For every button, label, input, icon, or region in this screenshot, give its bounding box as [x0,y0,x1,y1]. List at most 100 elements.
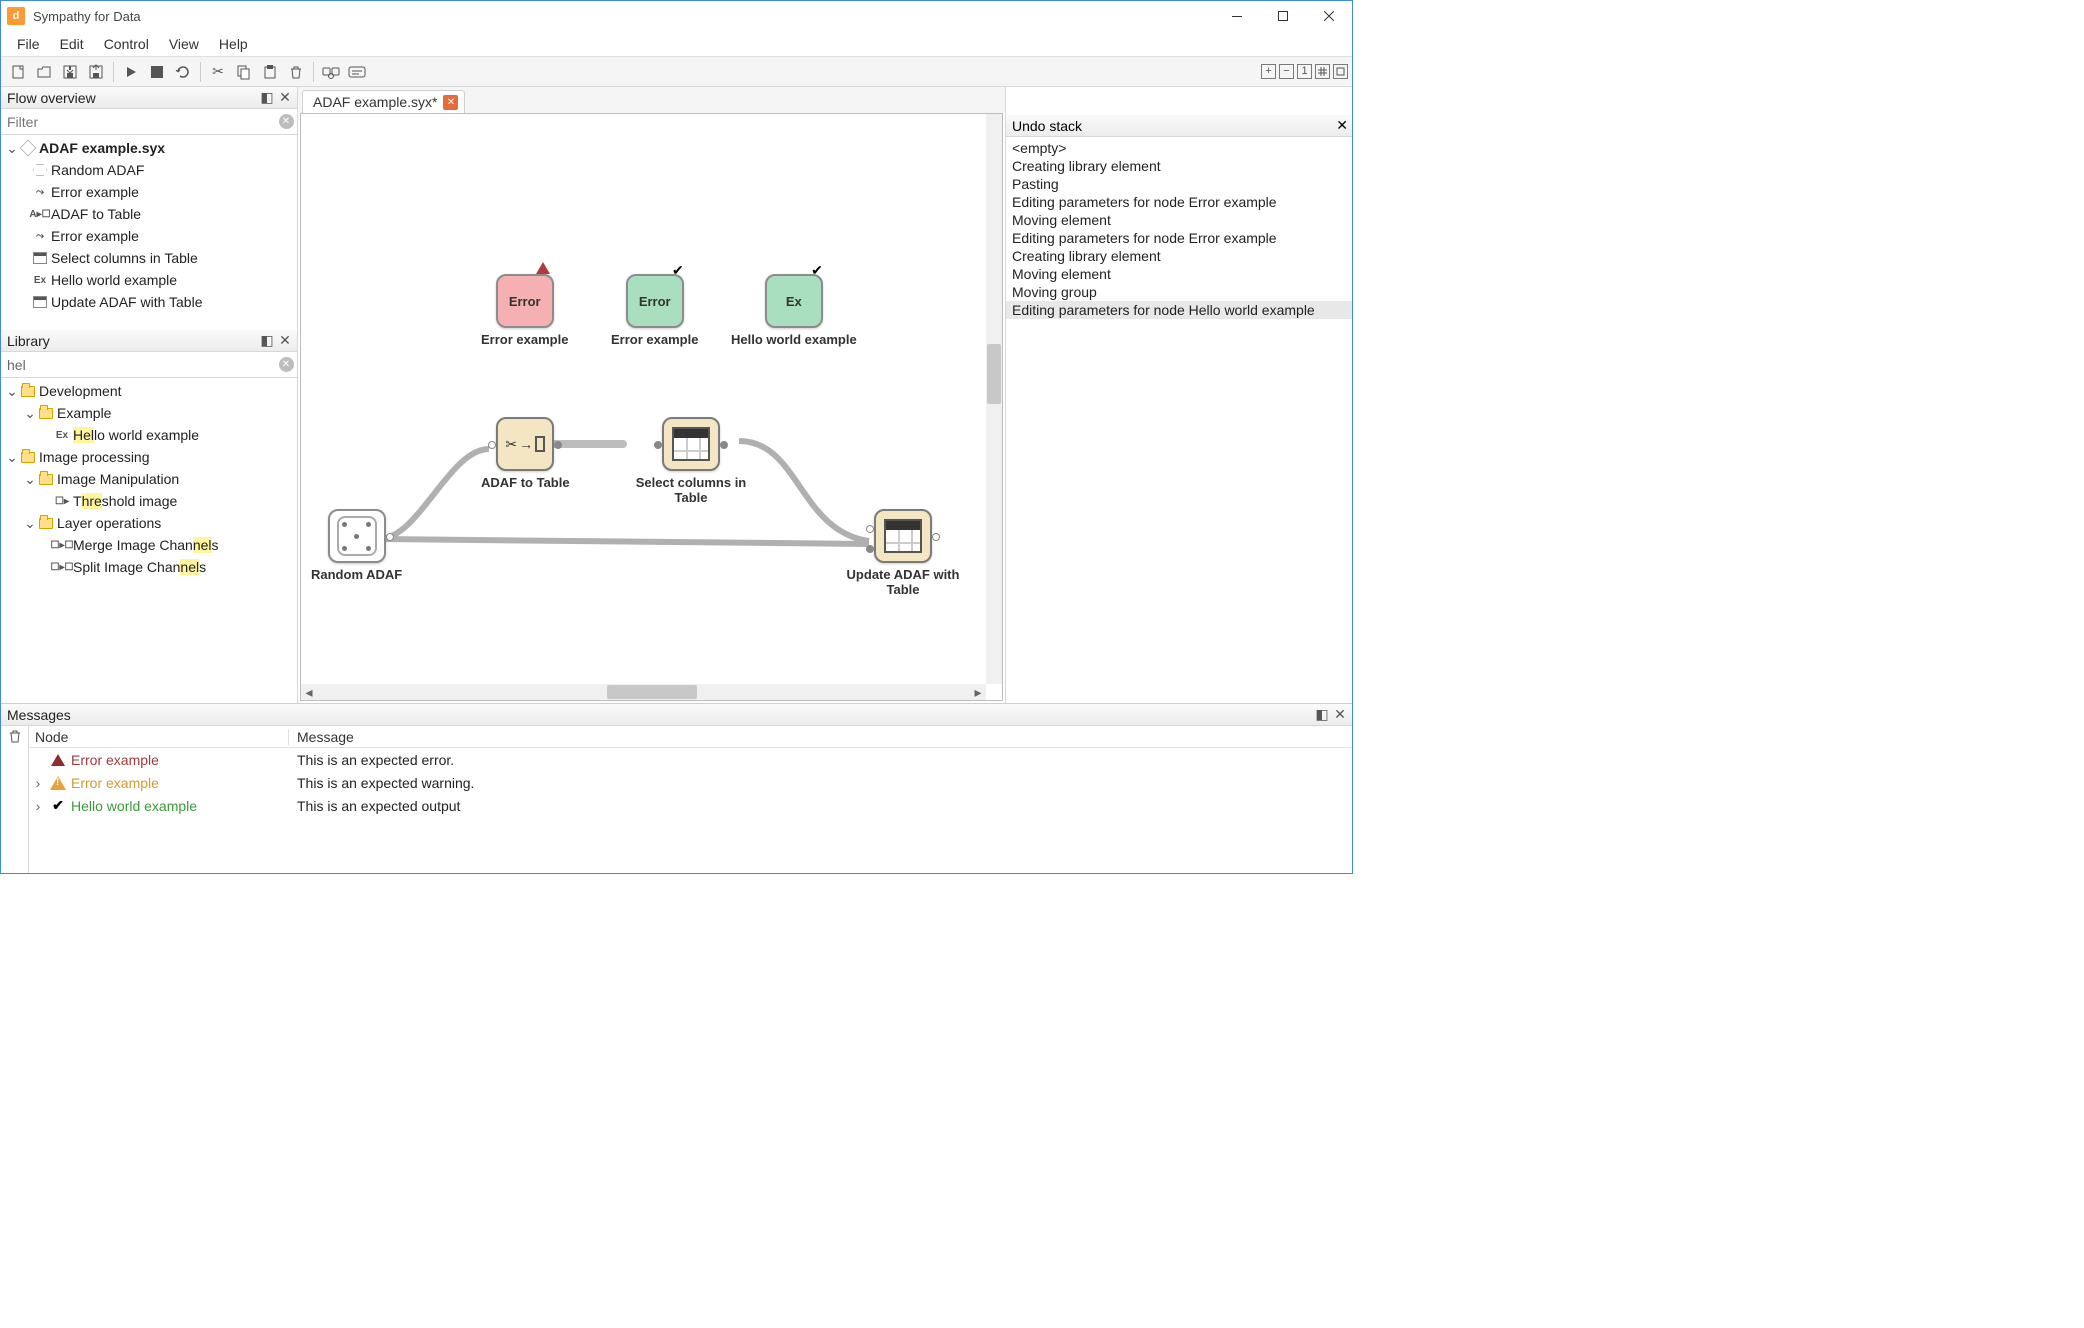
flow-filter-input[interactable] [1,112,275,132]
tool-rect[interactable] [1333,64,1348,79]
cut-button[interactable]: ✂ [205,59,231,85]
close-button[interactable] [1306,1,1352,31]
node-hello[interactable]: Ex✔ Hello world example [731,274,857,347]
flow-item[interactable]: ⤳Error example [1,225,297,247]
node-error-green[interactable]: Error✔ Error example [611,274,698,347]
node-error-red[interactable]: Error Error example [481,274,568,347]
lib-dev[interactable]: ⌄Development [1,380,297,402]
flow-filter-clear[interactable]: ✕ [275,111,297,133]
flow-tree[interactable]: ⌄ADAF example.syx Random ADAF ⤳Error exa… [1,135,297,330]
lib-imgman[interactable]: ⌄Image Manipulation [1,468,297,490]
messages-clear[interactable] [1,726,29,873]
undo-close-icon[interactable]: ✕ [1336,117,1348,134]
play-button[interactable] [118,59,144,85]
paste-button[interactable] [257,59,283,85]
undo-item[interactable]: Pasting [1006,175,1352,193]
left-column: Flow overview ◧ ✕ ✕ ⌄ADAF example.syx Ra… [1,87,298,703]
menu-view[interactable]: View [159,33,209,55]
new-button[interactable] [5,59,31,85]
flow-detach-icon[interactable]: ◧ [259,90,275,106]
tool-minus[interactable]: − [1279,64,1294,79]
lib-merge[interactable]: ☐▸☐Merge Image Channels [1,534,297,556]
library-tree[interactable]: ⌄Development ⌄Example ExHello world exam… [1,378,297,703]
flow-item[interactable]: Select columns in Table [1,247,297,269]
titlebar: d Sympathy for Data [1,1,1352,31]
flow-overview-title: Flow overview [7,90,96,106]
node-update-adaf[interactable]: Update ADAF with Table [833,509,973,597]
undo-item[interactable]: Moving element [1006,265,1352,283]
lib-example[interactable]: ⌄Example [1,402,297,424]
undo-item[interactable]: Moving group [1006,283,1352,301]
messages-table: Node Message Error example This is an ex… [29,726,1352,873]
save-button[interactable] [57,59,83,85]
middle-area: Flow overview ◧ ✕ ✕ ⌄ADAF example.syx Ra… [1,87,1352,703]
canvas-area[interactable]: Error Error example Error✔ Error example… [300,113,1003,701]
undo-item[interactable]: Editing parameters for node Error exampl… [1006,229,1352,247]
messages-close-icon[interactable]: ✕ [1332,707,1348,723]
undo-title: Undo stack [1012,118,1082,134]
lib-split[interactable]: ☐▸☐Split Image Channels [1,556,297,578]
minimize-button[interactable] [1214,1,1260,31]
tool-grid[interactable] [1315,64,1330,79]
undo-item[interactable]: <empty> [1006,139,1352,157]
library-filter-input[interactable] [1,355,275,375]
tool-plus[interactable]: + [1261,64,1276,79]
messages-col-node[interactable]: Node [29,729,289,745]
insert-text-button[interactable] [344,59,370,85]
messages-detach-icon[interactable]: ◧ [1314,707,1330,723]
flow-item[interactable]: A▸☐ADAF to Table [1,203,297,225]
open-button[interactable] [31,59,57,85]
lib-hello[interactable]: ExHello world example [1,424,297,446]
tool-one[interactable]: 1 [1297,64,1312,79]
undo-item-selected[interactable]: Editing parameters for node Hello world … [1006,301,1352,319]
canvas-hscroll[interactable]: ◂▸ [301,684,986,700]
library-filter-clear[interactable]: ✕ [275,354,297,376]
tab-close-icon[interactable]: ✕ [443,95,458,110]
flow-close-icon[interactable]: ✕ [277,90,293,106]
save-as-button[interactable] [83,59,109,85]
flow-item[interactable]: ExHello world example [1,269,297,291]
right-column: Undo stack ✕ <empty> Creating library el… [1005,87,1352,703]
message-row[interactable]: ›✔ Hello world example This is an expect… [29,794,1352,817]
message-row[interactable]: Error example This is an expected error. [29,748,1352,771]
lib-thresh[interactable]: ☐▸Threshold image [1,490,297,512]
messages-title: Messages [7,707,71,723]
canvas-vscroll[interactable] [986,114,1002,684]
stop-button[interactable] [144,59,170,85]
editor-tab[interactable]: ADAF example.syx* ✕ [302,90,465,113]
lib-imgproc[interactable]: ⌄Image processing [1,446,297,468]
reload-button[interactable] [170,59,196,85]
menu-edit[interactable]: Edit [50,33,94,55]
undo-list[interactable]: <empty> Creating library element Pasting… [1006,137,1352,703]
flow-root-row[interactable]: ⌄ADAF example.syx [1,137,297,159]
undo-item[interactable]: Creating library element [1006,157,1352,175]
library-detach-icon[interactable]: ◧ [259,333,275,349]
window-title: Sympathy for Data [33,9,141,24]
undo-item[interactable]: Editing parameters for node Error exampl… [1006,193,1352,211]
message-row[interactable]: › Error example This is an expected warn… [29,771,1352,794]
undo-item[interactable]: Creating library element [1006,247,1352,265]
error-icon [51,754,65,766]
node-adaf-to-table[interactable]: ✂→ ADAF to Table [481,417,570,490]
insert-node-button[interactable] [318,59,344,85]
main-toolbar: ✂ + − 1 [1,57,1352,87]
editor-tabbar: ADAF example.syx* ✕ [298,87,1005,113]
menu-help[interactable]: Help [209,33,258,55]
maximize-button[interactable] [1260,1,1306,31]
flow-item[interactable]: Random ADAF [1,159,297,181]
messages-col-message[interactable]: Message [289,729,354,745]
flow-root-label: ADAF example.syx [39,140,165,156]
library-close-icon[interactable]: ✕ [277,333,293,349]
flow-overview-header: Flow overview ◧ ✕ [1,87,297,109]
check-icon: ✔ [672,262,684,279]
node-select-cols[interactable]: Select columns in Table [621,417,761,505]
undo-item[interactable]: Moving element [1006,211,1352,229]
menu-control[interactable]: Control [94,33,159,55]
flow-item[interactable]: Update ADAF with Table [1,291,297,313]
copy-button[interactable] [231,59,257,85]
lib-layerops[interactable]: ⌄Layer operations [1,512,297,534]
flow-item[interactable]: ⤳Error example [1,181,297,203]
delete-button[interactable] [283,59,309,85]
menu-file[interactable]: File [7,33,50,55]
node-random-adaf[interactable]: Random ADAF [311,509,402,582]
